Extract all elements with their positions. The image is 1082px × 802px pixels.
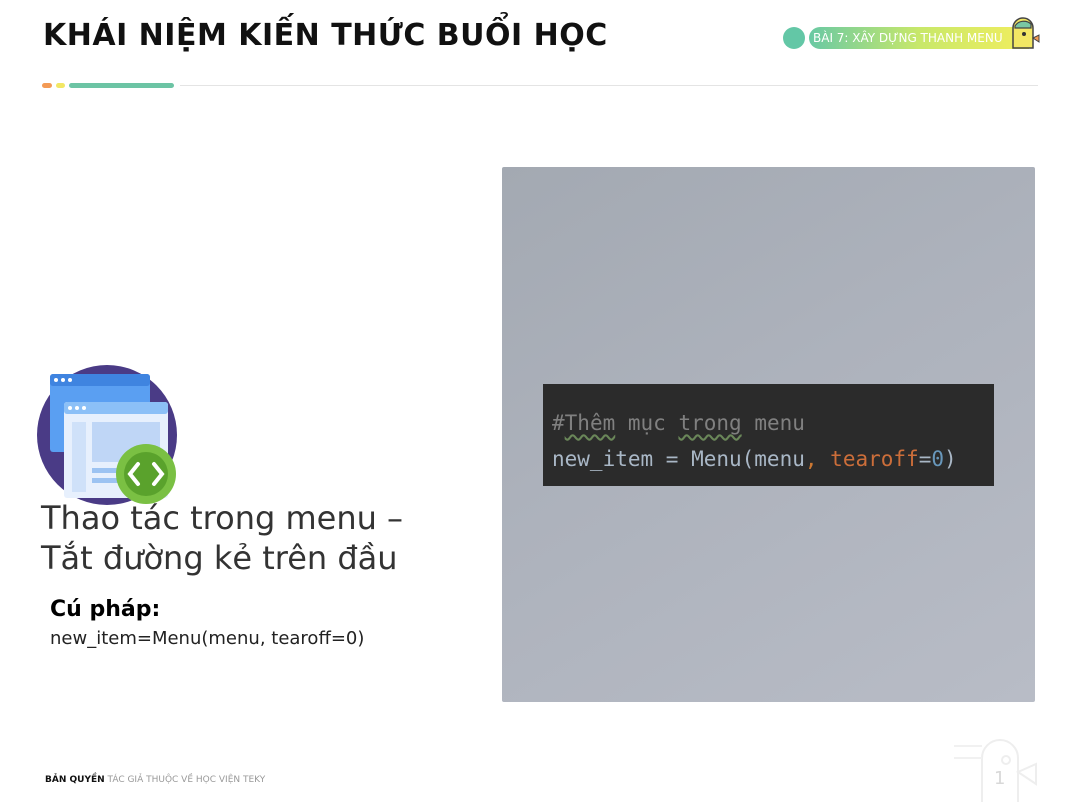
comment-word-2: mục xyxy=(615,411,679,435)
code-keyword: tearoff xyxy=(817,447,919,471)
page-title: KHÁI NIỆM KIẾN THỨC BUỔI HỌC xyxy=(43,18,608,53)
mascot-watermark-icon xyxy=(954,739,1037,802)
lesson-label: BÀI 7: XÂY DỰNG THANH MENU xyxy=(809,27,1029,49)
page-number: 1 xyxy=(994,768,1006,789)
code-number: 0 xyxy=(931,447,944,471)
comment-word-1: Thêm xyxy=(564,411,616,435)
accent-yellow xyxy=(56,83,65,88)
mascot-icon xyxy=(1012,17,1040,49)
code-call: new_item = Menu(menu xyxy=(552,447,805,471)
web-development-icon xyxy=(37,365,177,505)
accent-orange xyxy=(42,83,52,88)
lesson-tag: BÀI 7: XÂY DỰNG THANH MENU xyxy=(783,26,1029,50)
copyright-bold: BẢN QUYỀN xyxy=(45,775,105,785)
heading-line-2: Tắt đường kẻ trên đầu xyxy=(41,539,398,577)
code-line-statement: new_item = Menu(menu, tearoff=0) xyxy=(552,447,957,471)
code-line-comment: #Thêm mục trong menu xyxy=(552,411,805,435)
comment-word-4: menu xyxy=(741,411,805,435)
copyright-footer: BẢN QUYỀN TÁC GIẢ THUỘC VỀ HỌC VIỆN TEKY xyxy=(45,775,265,785)
accent-green xyxy=(69,83,174,88)
heading-line-1: Thao tác trong menu – xyxy=(41,499,404,537)
syntax-label: Cú pháp: xyxy=(50,597,161,622)
header-divider xyxy=(180,85,1038,86)
lesson-dot xyxy=(783,27,805,49)
syntax-code: new_item=Menu(menu, tearoff=0) xyxy=(50,628,365,649)
comment-word-3: trong xyxy=(678,411,742,435)
code-comma: , xyxy=(804,447,818,471)
slide-heading: Thao tác trong menu – Tắt đường kẻ trên … xyxy=(41,498,403,578)
code-block: #Thêm mục trong menu new_item = Menu(men… xyxy=(543,384,994,486)
code-equals: = xyxy=(918,447,932,471)
comment-hash: # xyxy=(552,411,565,435)
code-close: ) xyxy=(944,447,957,471)
copyright-rest: TÁC GIẢ THUỘC VỀ HỌC VIỆN TEKY xyxy=(104,775,266,785)
